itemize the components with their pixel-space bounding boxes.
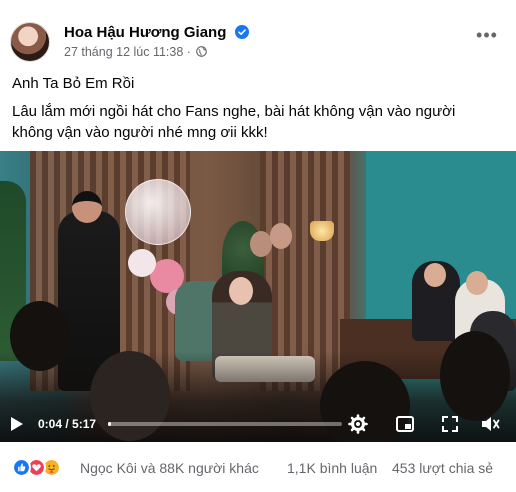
video-progress-bar[interactable] bbox=[108, 422, 342, 426]
video-progress-fill bbox=[108, 422, 111, 426]
author-name-row: Hoa Hậu Hương Giang bbox=[64, 24, 249, 41]
miniplayer-icon[interactable] bbox=[395, 414, 415, 434]
comments-count[interactable]: 1,1K bình luận bbox=[287, 460, 377, 476]
like-reaction-icon bbox=[12, 458, 31, 477]
post-footer: Ngọc Kôi và 88K người khác 1,1K bình luậ… bbox=[0, 442, 516, 492]
video-scene-lamp bbox=[310, 221, 334, 241]
shares-count[interactable]: 453 lượt chia sẻ bbox=[392, 460, 493, 476]
video-scene-balloon bbox=[125, 179, 191, 245]
post-card: Hoa Hậu Hương Giang 27 tháng 12 lúc 11:3… bbox=[0, 0, 516, 492]
video-scene-audience-head bbox=[10, 301, 70, 371]
more-options-icon[interactable]: ••• bbox=[474, 26, 500, 46]
video-scene-balloon bbox=[128, 249, 156, 277]
post-meta: 27 tháng 12 lúc 11:38 · bbox=[64, 45, 208, 59]
play-icon[interactable] bbox=[10, 416, 24, 432]
video-scene-balloon bbox=[250, 231, 272, 257]
video-time: 0:04 / 5:17 bbox=[38, 417, 97, 431]
reaction-icons[interactable] bbox=[12, 458, 72, 478]
post-header: Hoa Hậu Hương Giang 27 tháng 12 lúc 11:3… bbox=[10, 14, 506, 64]
volume-icon[interactable] bbox=[480, 414, 500, 434]
post-timestamp[interactable]: 27 tháng 12 lúc 11:38 · bbox=[64, 45, 191, 59]
video-scene-person-face bbox=[466, 271, 488, 295]
verified-badge-icon bbox=[234, 25, 249, 39]
gear-icon[interactable] bbox=[348, 414, 368, 434]
post-body: Lâu lắm mới ngồi hát cho Fans nghe, bài … bbox=[12, 103, 456, 141]
fullscreen-icon[interactable] bbox=[440, 414, 460, 434]
video-scene-singer-face bbox=[229, 277, 253, 305]
reactors-summary[interactable]: Ngọc Kôi và 88K người khác bbox=[80, 460, 259, 476]
author-avatar[interactable] bbox=[10, 22, 50, 62]
video-player[interactable]: 0:04 / 5:17 bbox=[0, 151, 516, 442]
video-scene-guard-head bbox=[72, 191, 102, 223]
author-name[interactable]: Hoa Hậu Hương Giang bbox=[64, 24, 226, 41]
video-scene-person-face bbox=[424, 263, 446, 287]
globe-icon[interactable] bbox=[196, 46, 208, 57]
video-controls: 0:04 / 5:17 bbox=[0, 406, 516, 442]
video-scene-balloon bbox=[270, 223, 292, 249]
post-title: Anh Ta Bỏ Em Rồi bbox=[12, 75, 135, 92]
